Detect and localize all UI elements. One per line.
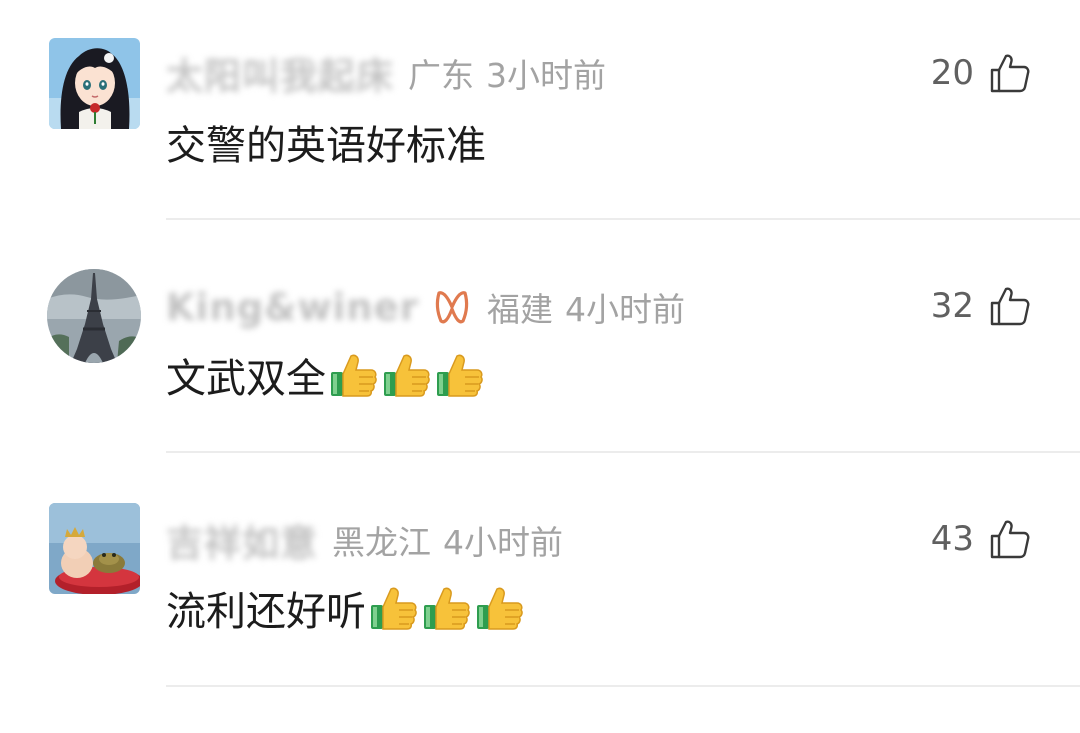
timestamp: 4小时前 [443,523,563,562]
location-label: 黑龙江 [332,523,431,562]
thumbs-up-emoji [475,583,525,633]
comment-item: 吉祥如意 黑龙江 4小时前 43 流利还好听 [0,0,1080,688]
like-button[interactable]: 43 [931,509,1032,569]
username[interactable]: 吉祥如意 [166,513,318,567]
comment-meta: 吉祥如意 黑龙江 4小时前 [166,510,563,570]
comment-content[interactable]: 流利还好听 [166,578,525,638]
comment-text: 流利还好听 [166,589,366,635]
thumbs-up-emoji [369,583,419,633]
thumbs-up-emoji [422,583,472,633]
divider [166,685,1080,687]
user-avatar[interactable] [49,503,140,594]
thumbs-up-outline-icon[interactable] [988,517,1032,561]
like-count: 43 [930,519,974,559]
